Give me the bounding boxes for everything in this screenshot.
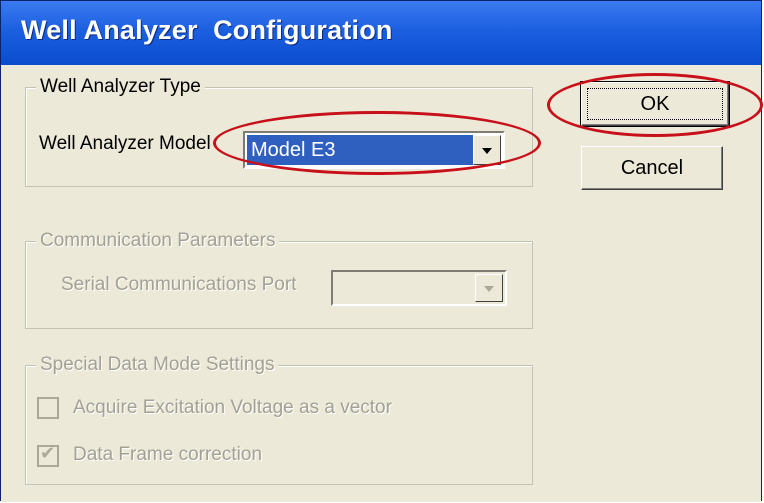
annotation-ellipse-model [213,111,541,175]
chevron-down-icon [484,286,494,292]
annotation-ellipse-ok [547,73,763,137]
dialog-window: Well Analyzer Configuration Well Analyze… [0,0,763,502]
communication-legend: Communication Parameters [36,230,280,252]
special-mode-group: Special Data Mode Settings [25,354,533,485]
cancel-button[interactable]: Cancel [581,146,723,190]
cancel-label: Cancel [620,156,684,179]
window-title: Well Analyzer Configuration [21,15,393,45]
port-dropdown[interactable] [331,270,507,306]
acquire-voltage-label: Acquire Excitation Voltage as a vector [73,397,392,418]
title-bar[interactable]: Well Analyzer Configuration [1,1,761,65]
analyzer-type-legend: Well Analyzer Type [36,76,205,98]
port-value [335,274,475,302]
port-label: Serial Communications Port [61,274,297,295]
data-frame-checkbox[interactable]: ✔ [37,443,59,467]
special-mode-legend: Special Data Mode Settings [36,354,279,376]
port-dropdown-button[interactable] [475,274,503,302]
acquire-voltage-checkbox[interactable] [37,397,59,419]
data-frame-label: Data Frame correction [73,444,263,465]
model-label: Well Analyzer Model [39,133,211,154]
check-icon: ✔ [40,443,56,463]
